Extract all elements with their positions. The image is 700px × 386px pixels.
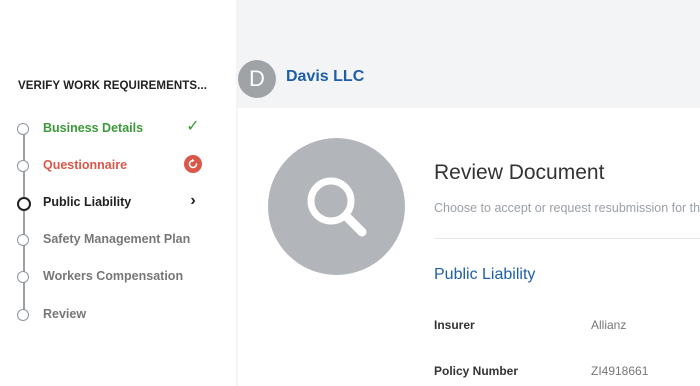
avatar: D bbox=[238, 60, 276, 98]
policy-number-label: Policy Number bbox=[434, 364, 519, 378]
chevron-right-icon: › bbox=[190, 192, 196, 209]
step-indicator bbox=[17, 123, 29, 135]
divider bbox=[434, 238, 700, 239]
step-label: Questionnaire bbox=[43, 158, 128, 172]
app-page: VERIFY WORK REQUIREMENTS... Business Det… bbox=[0, 0, 700, 386]
step-label: Review bbox=[43, 307, 87, 321]
step-questionnaire[interactable]: Questionnaire bbox=[0, 155, 236, 179]
section-title: Public Liability bbox=[434, 266, 536, 283]
resubmit-icon bbox=[184, 155, 202, 173]
page-subtitle: Choose to accept or request resubmission… bbox=[434, 201, 700, 215]
insurer-label: Insurer bbox=[434, 318, 475, 332]
page-title: Review Document bbox=[434, 161, 605, 184]
step-public-liability[interactable]: Public Liability › bbox=[0, 192, 236, 216]
check-icon: ✓ bbox=[186, 118, 200, 135]
company-name: Davis LLC bbox=[286, 68, 365, 85]
search-icon bbox=[307, 177, 367, 237]
step-indicator bbox=[17, 160, 29, 172]
step-label: Safety Management Plan bbox=[43, 232, 191, 246]
step-indicator bbox=[17, 309, 29, 321]
document-placeholder bbox=[268, 138, 405, 275]
policy-number-value: ZI4918661 bbox=[591, 364, 649, 378]
step-safety-management-plan[interactable]: Safety Management Plan bbox=[0, 229, 236, 253]
step-indicator bbox=[17, 271, 29, 283]
step-label: Public Liability bbox=[43, 195, 132, 209]
step-business-details[interactable]: Business Details ✓ bbox=[0, 118, 236, 142]
review-document-card: Review Document Choose to accept or requ… bbox=[238, 108, 700, 386]
sidebar-title: VERIFY WORK REQUIREMENTS... bbox=[18, 80, 208, 92]
insurer-value: Allianz bbox=[591, 318, 627, 332]
step-indicator bbox=[17, 234, 29, 246]
step-label: Business Details bbox=[43, 121, 144, 135]
step-indicator-current bbox=[17, 197, 31, 211]
step-review[interactable]: Review bbox=[0, 304, 236, 328]
step-label: Workers Compensation bbox=[43, 269, 184, 283]
workflow-sidebar: VERIFY WORK REQUIREMENTS... Business Det… bbox=[0, 0, 236, 386]
step-workers-compensation[interactable]: Workers Compensation bbox=[0, 266, 236, 290]
